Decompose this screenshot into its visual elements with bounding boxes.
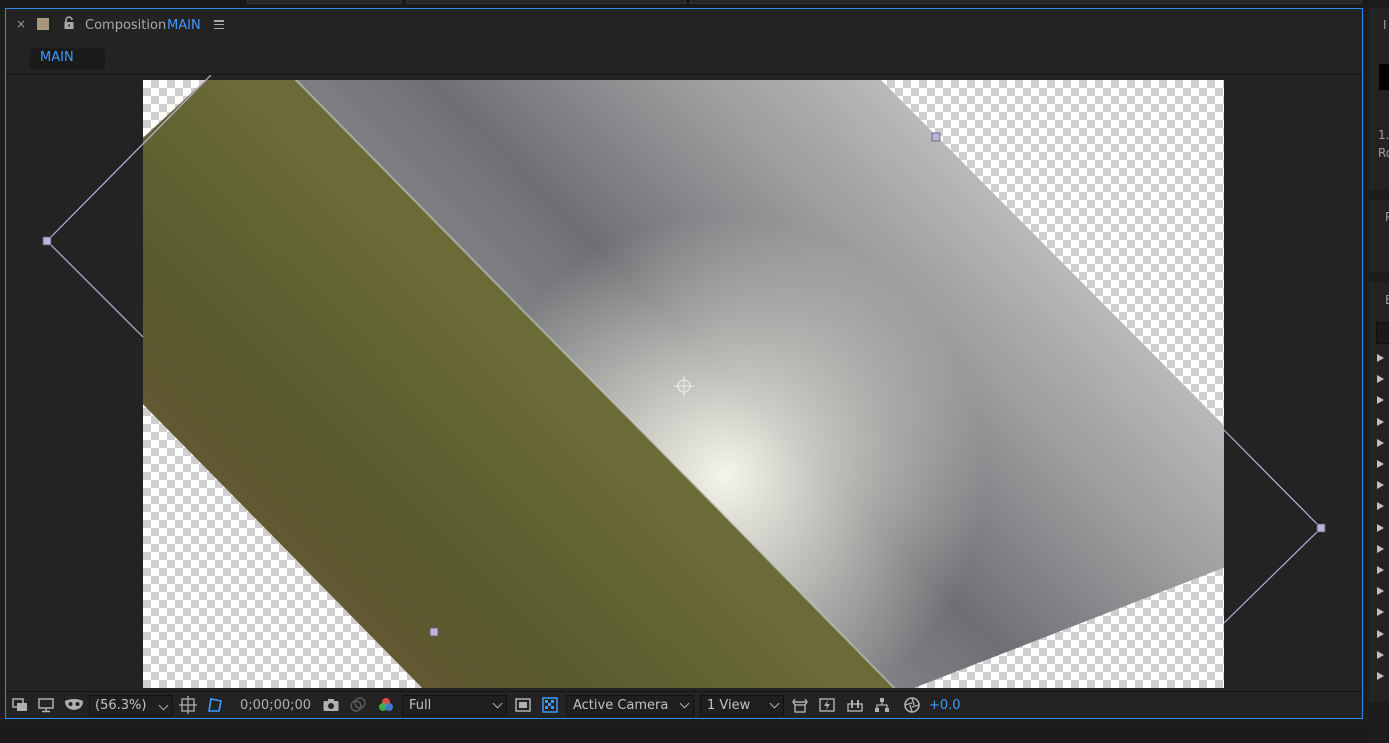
panel-header: × Composition MAIN — [6, 9, 1362, 43]
toggle-mask-path-icon[interactable] — [206, 696, 224, 714]
disclosure-triangle-icon[interactable] — [1377, 375, 1384, 384]
effects-search-input[interactable] — [1376, 322, 1389, 344]
always-preview-icon[interactable] — [11, 696, 29, 714]
magnification-dropdown[interactable]: (56.3%) — [89, 695, 173, 716]
effects-panel-tab-letter[interactable]: E — [1385, 293, 1389, 307]
hamburger-menu-icon[interactable] — [214, 20, 224, 30]
composition-navigator-bar: MAIN — [6, 43, 1362, 75]
top-panel-strip — [0, 0, 1389, 8]
disclosure-triangle-icon[interactable] — [1377, 566, 1384, 574]
show-channel-icon[interactable] — [377, 696, 395, 714]
transform-handle-top — [931, 132, 941, 142]
info-text-line2: Ro — [1378, 146, 1389, 160]
transparency-grid-icon[interactable] — [541, 696, 559, 714]
transform-handle-bottom — [429, 627, 439, 637]
chevron-down-icon — [158, 700, 169, 711]
disclosure-triangle-icon[interactable] — [1377, 544, 1384, 553]
resolution-dropdown[interactable]: Full — [402, 695, 507, 716]
bottom-strip — [0, 721, 1368, 743]
after-effects-window: × Composition MAIN MAIN (56.3%) 0;00;00;… — [0, 0, 1389, 743]
resolution-value: Full — [409, 698, 432, 713]
magnification-value: (56.3%) — [95, 698, 147, 713]
view-layout-value: 1 View — [707, 698, 751, 713]
top-tab-a[interactable] — [247, 0, 402, 4]
disclosure-triangle-icon[interactable] — [1377, 608, 1384, 617]
color-swatch-preview — [1379, 64, 1389, 90]
snapshot-camera-icon[interactable] — [322, 696, 340, 714]
layer-overlay — [42, 75, 1326, 688]
transform-handle-right — [1316, 523, 1326, 533]
disclosure-triangle-icon[interactable] — [1377, 438, 1384, 447]
mask-visibility-icon[interactable] — [63, 696, 85, 714]
transform-handle-left — [42, 236, 52, 246]
chevron-down-icon — [769, 698, 780, 709]
current-time-display[interactable]: 0;00;00;00 — [240, 698, 311, 718]
disclosure-triangle-icon[interactable] — [1377, 417, 1384, 426]
timeline-icon[interactable] — [846, 696, 864, 714]
disclosure-triangle-icon[interactable] — [1377, 650, 1384, 659]
effects-panel: E — [1369, 282, 1389, 702]
preview-panel: P — [1369, 200, 1389, 272]
composition-flowchart-icon[interactable] — [873, 696, 891, 714]
preview-panel-tab-letter[interactable]: P — [1385, 210, 1389, 224]
disclosure-triangle-icon[interactable] — [1377, 672, 1384, 680]
disclosure-triangle-icon[interactable] — [1377, 587, 1384, 596]
disclosure-triangle-icon[interactable] — [1377, 460, 1384, 468]
viewer-toolbar: (56.3%) 0;00;00;00 Full Active Camera 1 … — [6, 691, 1362, 718]
composition-panel: × Composition MAIN MAIN (56.3%) 0;00;00;… — [5, 8, 1363, 719]
exposure-value[interactable]: +0.0 — [929, 698, 961, 718]
top-tab-b[interactable] — [406, 0, 686, 4]
right-side-panels: I 1.j Ro P E — [1368, 0, 1389, 743]
layer-bounds-right — [1223, 429, 1322, 624]
label-color-swatch[interactable] — [37, 18, 49, 30]
info-text-line1: 1.j — [1378, 128, 1389, 142]
fast-previews-icon[interactable] — [818, 696, 836, 714]
monitor-icon[interactable] — [37, 696, 55, 714]
disclosure-triangle-icon[interactable] — [1377, 354, 1384, 362]
region-of-interest-icon[interactable] — [514, 696, 532, 714]
disclosure-triangle-icon[interactable] — [1377, 502, 1384, 511]
close-icon[interactable]: × — [16, 17, 26, 31]
view-layout-dropdown[interactable]: 1 View — [700, 695, 784, 716]
composition-name[interactable]: MAIN — [167, 18, 201, 33]
show-snapshot-icon[interactable] — [349, 696, 367, 714]
disclosure-triangle-icon[interactable] — [1377, 481, 1384, 490]
lock-icon[interactable] — [63, 16, 75, 30]
3d-view-value: Active Camera — [573, 698, 669, 713]
top-tab-c[interactable] — [690, 0, 1362, 4]
disclosure-triangle-icon[interactable] — [1377, 629, 1384, 638]
chevron-down-icon — [492, 698, 503, 709]
info-panel-tab-letter[interactable]: I — [1383, 18, 1387, 32]
chevron-down-icon — [679, 698, 690, 709]
grid-guides-icon[interactable] — [179, 696, 197, 714]
composition-viewer[interactable] — [6, 75, 1362, 691]
panel-title-label: Composition — [85, 18, 167, 33]
composition-breadcrumb-tab[interactable]: MAIN — [30, 48, 105, 69]
disclosure-triangle-icon[interactable] — [1377, 523, 1384, 532]
toggle-pixel-aspect-icon[interactable] — [791, 696, 809, 714]
reset-exposure-icon[interactable] — [903, 696, 921, 714]
info-panel: I 1.j Ro — [1369, 8, 1389, 190]
disclosure-triangle-icon[interactable] — [1377, 396, 1384, 405]
3d-view-dropdown[interactable]: Active Camera — [566, 695, 694, 716]
